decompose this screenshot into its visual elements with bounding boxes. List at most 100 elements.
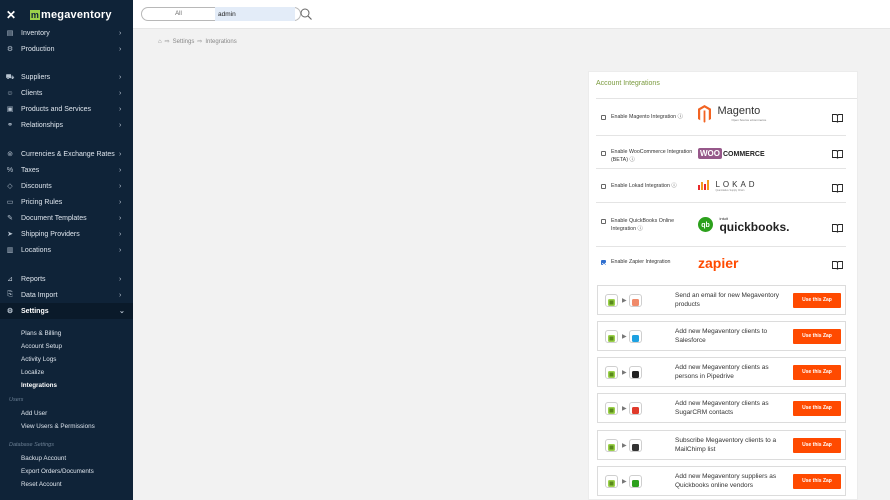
use-zap-button[interactable]: Use this Zap [793,401,841,416]
sidebar-sub-add-user[interactable]: Add User [21,410,47,417]
quickbooks-checkbox[interactable] [601,219,606,224]
book-icon[interactable] [832,114,843,123]
sidebar-sub-plans-billing[interactable]: Plans & Billing [21,330,61,337]
pencil-icon: ✎ [7,215,13,222]
sidebar-item-products[interactable]: ▣ Products and Services › [0,101,133,117]
chevron-right-icon: › [119,198,122,206]
chevron-right-icon: › [119,89,122,97]
sidebar-item-taxes[interactable]: % Taxes › [0,162,133,178]
sidebar-item-settings[interactable]: ⚙ Settings ⌄ [0,303,133,319]
magento-checkbox[interactable] [601,115,606,120]
help-icon[interactable]: ⓘ [678,114,683,120]
book-icon[interactable] [832,224,843,233]
app-logo-text: megaventory [41,9,112,21]
sidebar-item-label: Pricing Rules [21,198,63,206]
app-logo[interactable]: m megaventory [30,9,112,21]
zap-row: ▶ Add new Megaventory suppliers as Quickb… [597,466,846,496]
search-input[interactable] [215,7,295,21]
sidebar-sub-export[interactable]: Export Orders/Documents [21,468,94,475]
play-arrow-icon: ▶ [622,443,627,449]
sidebar-item-data-import[interactable]: ⎘ Data Import › [0,287,133,303]
box-icon: ▣ [6,106,14,113]
sidebar-item-suppliers[interactable]: ⛟ Suppliers › [0,69,133,85]
use-zap-button[interactable]: Use this Zap [793,438,841,453]
sidebar-item-relationships[interactable]: ⚭ Relationships › [0,117,133,133]
help-icon[interactable]: ⓘ [638,226,643,232]
sidebar-sub-backup[interactable]: Backup Account [21,455,66,462]
zap-description: Subscribe Megaventory clients to a MailC… [675,437,777,453]
sidebar-item-discounts[interactable]: ◇ Discounts › [0,178,133,194]
magento-mark-icon [698,105,711,123]
chevron-right-icon: › [119,150,122,158]
arrow-right-icon: ⇨ [164,39,170,45]
integration-row-lokad: Enable Lokad Integration ⓘ LOKAD Quantit… [596,169,846,203]
sidebar-item-production[interactable]: ⚙ Production › [0,41,133,57]
use-zap-button[interactable]: Use this Zap [793,329,841,344]
sidebar-item-label: Locations [21,246,51,254]
zapier-checkbox[interactable] [601,260,606,265]
book-icon[interactable] [832,261,843,270]
lokad-checkbox[interactable] [601,184,606,189]
sidebar-item-label: Reports [21,275,46,283]
sidebar-sub-integrations[interactable]: Integrations [21,382,57,389]
quickbooks-wordmark: quickbooks. [719,220,790,234]
sidebar-item-label: Inventory [21,29,50,37]
sidebar-sub-activity-logs[interactable]: Activity Logs [21,356,56,363]
home-icon[interactable]: ⌂ [158,39,162,45]
megaventory-app-icon [605,402,618,415]
close-icon[interactable]: ✕ [6,8,20,22]
sidebar-item-label: Relationships [21,121,64,129]
use-zap-button[interactable]: Use this Zap [793,293,841,308]
book-icon[interactable] [832,184,843,193]
help-icon[interactable]: ⓘ [671,183,676,189]
sidebar-item-label: Settings [21,307,49,315]
sidebar-item-clients[interactable]: ☺ Clients › [0,85,133,101]
use-zap-button[interactable]: Use this Zap [793,474,841,489]
sidebar-sub-localize[interactable]: Localize [21,369,44,376]
send-icon: ➤ [7,231,13,238]
sidebar-item-reports[interactable]: ⊿ Reports › [0,271,133,287]
play-arrow-icon: ▶ [622,406,627,412]
sugarcrm-icon [629,402,642,415]
chevron-right-icon: › [119,45,122,53]
sidebar: ✕ m megaventory ▤ Inventory › ⚙ Production › … [0,0,133,500]
relationships-icon: ⚭ [7,122,13,129]
sidebar-sub-view-users[interactable]: View Users & Permissions [21,423,95,430]
sidebar-item-inventory[interactable]: ▤ Inventory › [0,25,133,41]
sidebar-item-currencies[interactable]: ⊚ Currencies & Exchange Rates › [0,146,133,162]
woocommerce-checkbox[interactable] [601,151,606,156]
panel-title: Account Integrations [596,80,660,87]
sidebar-item-pricing-rules[interactable]: ▭ Pricing Rules › [0,194,133,210]
chevron-right-icon: › [119,291,122,299]
mailchimp-icon [629,439,642,452]
sidebar-item-locations[interactable]: ▥ Locations › [0,242,133,258]
help-icon[interactable]: ⓘ [629,157,634,163]
sidebar-item-shipping-providers[interactable]: ➤ Shipping Providers › [0,226,133,242]
megaventory-app-icon [605,366,618,379]
chevron-down-icon: ⌄ [119,308,125,315]
integration-row-quickbooks: Enable QuickBooks Online Integration ⓘ q… [596,203,846,247]
zap-row: ▶ Add new Megaventory clients as SugarCRM… [597,393,846,423]
sidebar-item-document-templates[interactable]: ✎ Document Templates › [0,210,133,226]
lokad-wordmark: LOKAD [715,180,758,189]
lokad-tagline: Quantitative Supply Chain [715,189,745,192]
commerce-wordmark: COMMERCE [723,151,765,158]
book-icon[interactable] [832,150,843,159]
woo-badge: WOO [698,148,722,159]
quickbooks-icon [629,475,642,488]
magento-tagline: Open Source eCommerce [731,118,767,122]
zap-row: ▶ Subscribe Megaventory clients to a Mail… [597,430,846,460]
play-arrow-icon: ▶ [622,298,627,304]
zap-description: Send an email for new Megaventory produc… [675,292,780,308]
search-scope-label: All [142,8,216,20]
sidebar-item-label: Document Templates [21,214,87,222]
search-icon[interactable] [299,7,313,21]
sidebar-sub-reset[interactable]: Reset Account [21,481,62,488]
sidebar-item-label: Taxes [21,166,40,174]
production-icon: ⚙ [6,46,14,53]
megaventory-app-icon [605,330,618,343]
sidebar-sub-account-setup[interactable]: Account Setup [21,343,62,350]
use-zap-button[interactable]: Use this Zap [793,365,841,380]
integration-label: Enable Lokad Integration ⓘ [611,183,677,189]
breadcrumb-settings[interactable]: Settings [173,39,195,45]
